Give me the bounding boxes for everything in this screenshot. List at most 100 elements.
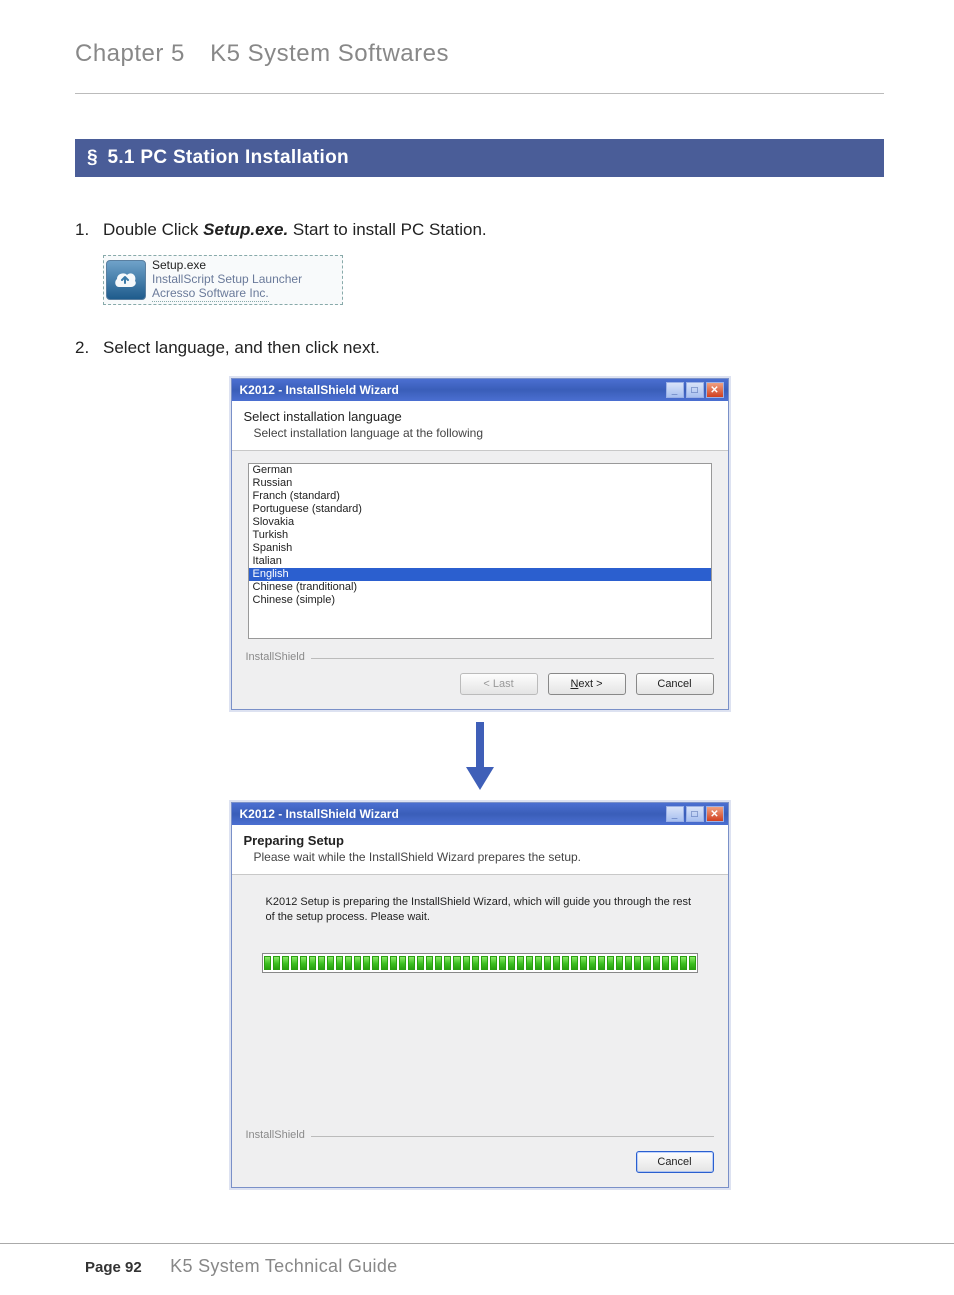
progress-segment: [571, 956, 578, 970]
maximize-button[interactable]: □: [686, 382, 704, 398]
language-option[interactable]: English: [249, 568, 711, 581]
dialog1-brand: InstallShield: [246, 651, 714, 663]
language-option[interactable]: Italian: [249, 555, 711, 568]
language-option[interactable]: Chinese (tranditional): [249, 581, 711, 594]
language-option[interactable]: Turkish: [249, 529, 711, 542]
setup-file-company: Acresso Software Inc.: [152, 286, 269, 301]
progress-segment: [607, 956, 614, 970]
chapter-header: Chapter 5 K5 System Softwares: [75, 40, 884, 68]
progress-segment: [381, 956, 388, 970]
language-dialog: K2012 - InstallShield Wizard _ □ ✕ Selec…: [231, 378, 729, 710]
progress-segment: [662, 956, 669, 970]
progress-segment: [363, 956, 370, 970]
progress-segment: [327, 956, 334, 970]
progress-segment: [625, 956, 632, 970]
progress-segment: [544, 956, 551, 970]
progress-segment: [453, 956, 460, 970]
progress-segment: [372, 956, 379, 970]
language-option[interactable]: Franch (standard): [249, 490, 711, 503]
step-1-text-post: Start to install PC Station.: [288, 220, 486, 239]
minimize-button[interactable]: _: [666, 806, 684, 822]
header-rule: [75, 93, 884, 94]
close-button[interactable]: ✕: [706, 382, 724, 398]
progress-segment: [671, 956, 678, 970]
dialog2-titlebar[interactable]: K2012 - InstallShield Wizard _ □ ✕: [232, 803, 728, 825]
progress-segment: [291, 956, 298, 970]
dialog1-title: K2012 - InstallShield Wizard: [240, 383, 666, 397]
dialog2-heading: Preparing Setup: [244, 833, 716, 848]
maximize-button[interactable]: □: [686, 806, 704, 822]
setup-file-row[interactable]: Setup.exe InstallScript Setup Launcher A…: [103, 255, 343, 305]
minimize-button[interactable]: _: [666, 382, 684, 398]
language-option[interactable]: Portuguese (standard): [249, 503, 711, 516]
progress-segment: [562, 956, 569, 970]
progress-segment: [472, 956, 479, 970]
progress-segment: [435, 956, 442, 970]
setup-exe-icon: [106, 260, 146, 300]
step-1: Double Click Setup.exe. Start to install…: [103, 217, 884, 305]
progress-segment: [490, 956, 497, 970]
chapter-title: K5 System Softwares: [210, 40, 449, 67]
setup-file-desc: InstallScript Setup Launcher: [152, 272, 302, 286]
step-2: Select language, and then click next.: [103, 335, 884, 361]
dialog2-message: K2012 Setup is preparing the InstallShie…: [266, 895, 694, 925]
progress-segment: [390, 956, 397, 970]
next-button[interactable]: Next >: [548, 673, 626, 695]
dialog1-heading: Select installation language: [244, 409, 716, 424]
progress-segment: [680, 956, 687, 970]
guide-title: K5 System Technical Guide: [170, 1256, 397, 1276]
brand-label: InstallShield: [246, 1129, 305, 1141]
language-option[interactable]: Slovakia: [249, 516, 711, 529]
dialog2-brand: InstallShield: [246, 1129, 714, 1141]
setup-file-text: Setup.exe InstallScript Setup Launcher A…: [152, 258, 302, 302]
progress-segment: [598, 956, 605, 970]
progress-segment: [643, 956, 650, 970]
progress-segment: [535, 956, 542, 970]
close-button[interactable]: ✕: [706, 806, 724, 822]
progress-segment: [653, 956, 660, 970]
progress-segment: [273, 956, 280, 970]
setup-file-name: Setup.exe: [152, 258, 302, 272]
step-1-bold: Setup.exe.: [203, 220, 288, 239]
progress-segment: [508, 956, 515, 970]
progress-segment: [318, 956, 325, 970]
progress-segment: [463, 956, 470, 970]
progress-segment: [634, 956, 641, 970]
progress-segment: [616, 956, 623, 970]
progress-segment: [282, 956, 289, 970]
language-option[interactable]: German: [249, 464, 711, 477]
cancel-button[interactable]: Cancel: [636, 1151, 714, 1173]
page-footer: Page 92 K5 System Technical Guide: [0, 1243, 954, 1295]
progress-segment: [526, 956, 533, 970]
preparing-dialog: K2012 - InstallShield Wizard _ □ ✕ Prepa…: [231, 802, 729, 1188]
section-number: 5.1: [107, 147, 134, 168]
last-button: < Last: [460, 673, 538, 695]
progress-segment: [264, 956, 271, 970]
language-listbox[interactable]: GermanRussianFranch (standard)Portuguese…: [248, 463, 712, 639]
progress-segment: [553, 956, 560, 970]
progress-segment: [417, 956, 424, 970]
progress-segment: [580, 956, 587, 970]
progress-segment: [354, 956, 361, 970]
dialog2-head: Preparing Setup Please wait while the In…: [232, 825, 728, 875]
section-banner: § 5.1 PC Station Installation: [75, 139, 884, 177]
language-option[interactable]: Russian: [249, 477, 711, 490]
progress-segment: [689, 956, 696, 970]
section-title: PC Station Installation: [140, 147, 349, 168]
progress-segment: [399, 956, 406, 970]
step-2-text: Select language, and then click next.: [103, 338, 380, 357]
progress-segment: [426, 956, 433, 970]
progress-segment: [345, 956, 352, 970]
language-option[interactable]: Spanish: [249, 542, 711, 555]
cancel-button[interactable]: Cancel: [636, 673, 714, 695]
language-option[interactable]: Chinese (simple): [249, 594, 711, 607]
brand-label: InstallShield: [246, 651, 305, 663]
progress-segment: [444, 956, 451, 970]
progress-bar: [262, 953, 698, 973]
page-number: Page 92: [85, 1259, 142, 1276]
section-symbol: §: [87, 147, 98, 168]
arrow-down-icon: [462, 722, 498, 792]
dialog1-subheading: Select installation language at the foll…: [254, 426, 716, 440]
dialog1-titlebar[interactable]: K2012 - InstallShield Wizard _ □ ✕: [232, 379, 728, 401]
progress-segment: [481, 956, 488, 970]
